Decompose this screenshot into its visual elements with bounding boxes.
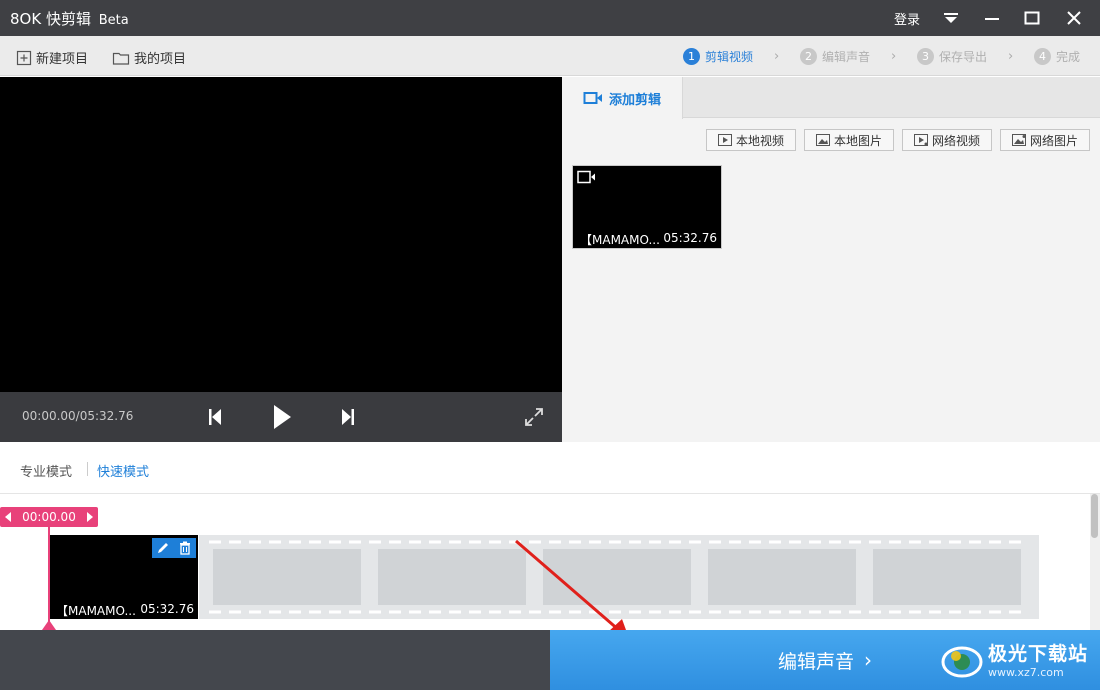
watermark: 极光下载站 www.xz7.com bbox=[940, 636, 1088, 682]
close-icon[interactable] bbox=[1058, 0, 1090, 36]
local-image-button[interactable]: 本地图片 bbox=[804, 129, 894, 151]
step-edit-audio[interactable]: 2 编辑声音 bbox=[800, 48, 870, 65]
step-edit-video[interactable]: 1 剪辑视频 bbox=[683, 48, 753, 65]
step-label: 完成 bbox=[1056, 50, 1081, 64]
chevron-right-icon: › bbox=[774, 49, 780, 64]
web-video-icon bbox=[913, 134, 928, 146]
new-project-button[interactable]: 新建项目 bbox=[16, 48, 88, 67]
empty-frame-slot bbox=[708, 549, 856, 605]
step-label: 编辑声音 bbox=[822, 50, 871, 64]
clip-duration: 05:32.76 bbox=[663, 231, 717, 245]
login-button[interactable]: 登录 bbox=[886, 0, 928, 36]
step-number: 4 bbox=[1034, 48, 1051, 65]
app-name: 快剪辑 bbox=[45, 10, 91, 28]
web-image-button[interactable]: 网络图片 bbox=[1000, 129, 1090, 151]
web-video-button[interactable]: 网络视频 bbox=[902, 129, 992, 151]
next-frame-icon[interactable] bbox=[340, 408, 356, 430]
my-projects-label: 我的项目 bbox=[134, 52, 187, 67]
maximize-icon[interactable] bbox=[1016, 0, 1048, 36]
source-label: 本地视频 bbox=[735, 133, 784, 148]
plus-box-icon bbox=[16, 50, 32, 65]
pro-mode-tab[interactable]: 专业模式 bbox=[20, 461, 72, 480]
tab-add-clips[interactable]: 添加剪辑 bbox=[562, 77, 683, 119]
step-number: 3 bbox=[917, 48, 934, 65]
footer-left bbox=[0, 630, 550, 690]
step-label: 剪辑视频 bbox=[705, 50, 754, 64]
fast-mode-tab[interactable]: 快速模式 bbox=[97, 461, 149, 480]
fullscreen-icon[interactable] bbox=[524, 407, 544, 431]
playhead-time-tag[interactable]: 00:00.00 bbox=[0, 507, 98, 527]
folder-icon bbox=[112, 52, 130, 65]
library-clip-card[interactable]: 【MAMAMO... 05:32.76 bbox=[572, 165, 722, 249]
play-icon[interactable] bbox=[272, 404, 292, 434]
step-label: 保存导出 bbox=[939, 50, 988, 64]
local-video-button[interactable]: 本地视频 bbox=[706, 129, 796, 151]
playhead-time: 00:00.00 bbox=[22, 510, 76, 524]
step-number: 1 bbox=[683, 48, 700, 65]
source-label: 网络图片 bbox=[1029, 133, 1078, 148]
empty-frame-slot bbox=[213, 549, 361, 605]
playhead-handle[interactable] bbox=[42, 620, 56, 630]
playhead-line[interactable] bbox=[48, 527, 50, 630]
timeline-scrollbar-thumb[interactable] bbox=[1091, 494, 1098, 538]
app-logo: 8OK 快剪辑 Beta bbox=[10, 8, 129, 29]
watermark-logo bbox=[941, 646, 983, 678]
media-library-panel: 添加剪辑 本地视频 本地图片 网络视频 网络图片 【MAMAMO... 05:3… bbox=[562, 77, 1100, 442]
empty-frame-slot bbox=[378, 549, 526, 605]
player-controls: 00:00.00/05:32.76 bbox=[0, 392, 562, 442]
video-camera-icon bbox=[577, 170, 595, 184]
web-image-icon bbox=[1011, 134, 1026, 146]
title-bar: 8OK 快剪辑 Beta 登录 bbox=[0, 0, 1100, 36]
source-label: 网络视频 bbox=[931, 133, 980, 148]
previous-frame-icon[interactable] bbox=[207, 408, 223, 430]
empty-frame-slot bbox=[873, 549, 1021, 605]
step-number: 2 bbox=[800, 48, 817, 65]
tab-add-clips-label: 添加剪辑 bbox=[608, 92, 661, 108]
trash-icon[interactable] bbox=[178, 541, 192, 555]
watermark-url: www.xz7.com bbox=[988, 666, 1064, 679]
mode-bar: 专业模式 快速模式 bbox=[0, 442, 1100, 494]
step-finish[interactable]: 4 完成 bbox=[1034, 48, 1080, 65]
next-button-label: 编辑声音 bbox=[777, 650, 854, 673]
video-preview[interactable] bbox=[0, 77, 562, 442]
caret-left-icon[interactable] bbox=[5, 512, 11, 522]
chevron-right-icon: › bbox=[891, 49, 897, 64]
pencil-icon[interactable] bbox=[156, 541, 170, 555]
video-camera-icon bbox=[583, 92, 602, 104]
minimize-icon[interactable] bbox=[976, 0, 1008, 36]
caret-right-icon[interactable] bbox=[87, 512, 93, 522]
watermark-text: 极光下载站 bbox=[988, 643, 1089, 665]
source-label: 本地图片 bbox=[833, 133, 882, 148]
clip-name: 【MAMAMO... bbox=[580, 233, 660, 247]
image-file-icon bbox=[815, 134, 830, 146]
my-projects-button[interactable]: 我的项目 bbox=[112, 48, 186, 67]
video-file-icon bbox=[717, 134, 732, 146]
new-project-label: 新建项目 bbox=[36, 52, 89, 67]
toolbar: 新建项目 我的项目 1 剪辑视频 › 2 编辑声音 › 3 保存导出 › 4 完… bbox=[0, 36, 1100, 76]
clip-toolbox bbox=[152, 538, 196, 558]
chevron-right-icon: › bbox=[864, 648, 872, 672]
timeline-clip-duration: 05:32.76 bbox=[140, 602, 194, 616]
step-save-export[interactable]: 3 保存导出 bbox=[917, 48, 987, 65]
menu-dropdown-icon[interactable] bbox=[936, 0, 966, 36]
playback-timecode: 00:00.00/05:32.76 bbox=[22, 409, 134, 423]
logo-mark: 8OK bbox=[10, 10, 42, 28]
timeline-clip-name: 【MAMAMO... bbox=[56, 604, 136, 618]
chevron-right-icon: › bbox=[1008, 49, 1014, 64]
mode-divider bbox=[87, 462, 88, 476]
beta-label: Beta bbox=[98, 13, 129, 28]
